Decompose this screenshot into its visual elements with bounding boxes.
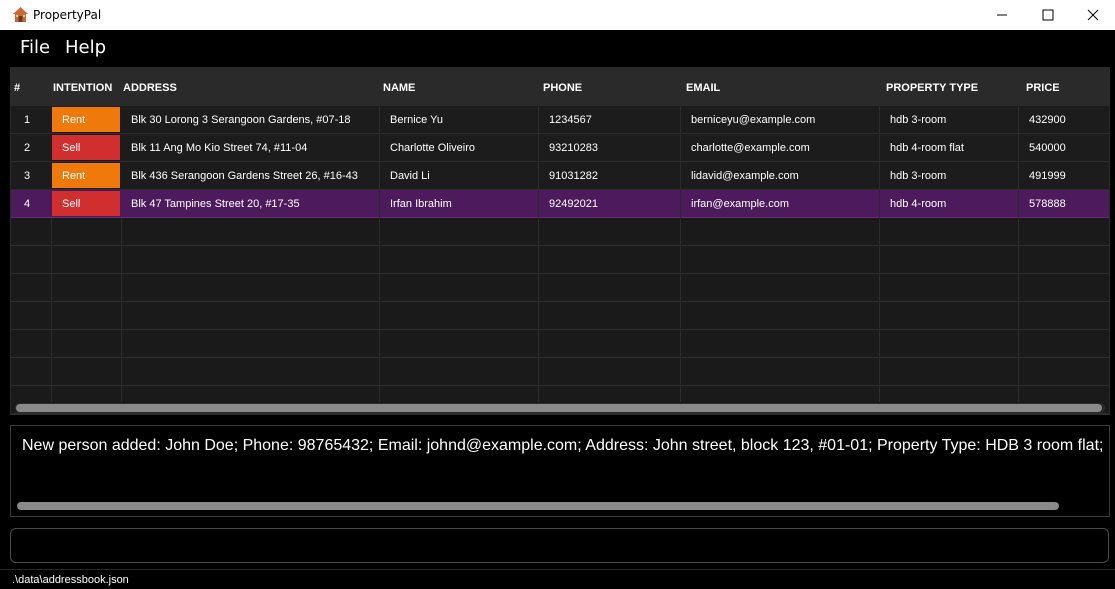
cell-phone: 91031282 xyxy=(549,170,598,182)
cell-address: Blk 11 Ang Mo Kio Street 74, #11-04 xyxy=(131,142,308,154)
column-divider xyxy=(538,106,539,402)
title-bar: PropertyPal xyxy=(0,0,1115,30)
maximize-icon xyxy=(1042,9,1054,21)
cell-property-type: hdb 4-room xyxy=(890,198,947,210)
result-scrollbar[interactable] xyxy=(17,502,1059,510)
empty-row xyxy=(11,358,1109,386)
result-display: New person added: John Doe; Phone: 98765… xyxy=(10,425,1110,517)
cell-price: 491999 xyxy=(1029,170,1066,182)
cell-price: 578888 xyxy=(1029,198,1066,210)
status-file-path: .\data\addressbook.json xyxy=(12,574,129,586)
empty-row xyxy=(11,330,1109,358)
table-row[interactable]: 3 Rent Blk 436 Serangoon Gardens Street … xyxy=(11,162,1109,190)
empty-row xyxy=(11,302,1109,330)
header-property-type[interactable]: PROPERTY TYPE xyxy=(886,82,978,94)
minimize-button[interactable] xyxy=(979,0,1025,30)
table-row[interactable]: 2 Sell Blk 11 Ang Mo Kio Street 74, #11-… xyxy=(11,134,1109,162)
table-row[interactable]: 1 Rent Blk 30 Lorong 3 Serangoon Gardens… xyxy=(11,106,1109,134)
intention-badge: Rent xyxy=(52,107,120,132)
cell-email: charlotte@example.com xyxy=(691,142,810,154)
intention-badge: Rent xyxy=(52,163,120,188)
window-title: PropertyPal xyxy=(33,8,102,22)
column-divider xyxy=(379,106,380,402)
empty-row xyxy=(11,274,1109,302)
cell-property-type: hdb 3-room xyxy=(890,114,947,126)
column-divider xyxy=(1018,106,1019,402)
empty-row xyxy=(11,246,1109,274)
cell-property-type: hdb 4-room flat xyxy=(890,142,964,154)
table-horizontal-scrollbar[interactable] xyxy=(15,403,1105,413)
cell-phone: 1234567 xyxy=(549,114,592,126)
table-scrollbar-thumb[interactable] xyxy=(16,404,1102,412)
table-row-selected[interactable]: 4 Sell Blk 47 Tampines Street 20, #17-35… xyxy=(11,190,1109,218)
cell-name: Bernice Yu xyxy=(390,114,444,126)
cell-index: 2 xyxy=(24,142,31,154)
column-divider xyxy=(121,218,122,402)
column-divider xyxy=(51,218,52,402)
cell-name: Irfan Ibrahim xyxy=(390,198,452,210)
cell-price: 540000 xyxy=(1029,142,1066,154)
column-divider xyxy=(680,106,681,402)
close-icon xyxy=(1087,9,1099,21)
maximize-button[interactable] xyxy=(1025,0,1071,30)
header-email[interactable]: EMAIL xyxy=(686,82,720,94)
cell-index: 4 xyxy=(24,198,31,210)
header-price[interactable]: PRICE xyxy=(1026,82,1060,94)
status-bar: .\data\addressbook.json xyxy=(0,569,1115,589)
cell-index: 3 xyxy=(24,170,31,182)
result-message: New person added: John Doe; Phone: 98765… xyxy=(22,437,1110,454)
minimize-icon xyxy=(997,14,1007,16)
header-address[interactable]: ADDRESS xyxy=(123,82,177,94)
cell-name: Charlotte Oliveiro xyxy=(390,142,475,154)
header-index[interactable]: # xyxy=(14,82,20,94)
person-table: # INTENTION ADDRESS NAME PHONE EMAIL PRO… xyxy=(10,67,1110,415)
cell-address: Blk 30 Lorong 3 Serangoon Gardens, #07-1… xyxy=(131,114,351,126)
intention-badge: Sell xyxy=(52,191,120,216)
cell-price: 432900 xyxy=(1029,114,1066,126)
cell-email: irfan@example.com xyxy=(691,198,789,210)
header-name[interactable]: NAME xyxy=(383,82,415,94)
cell-property-type: hdb 3-room xyxy=(890,170,947,182)
header-intention[interactable]: INTENTION xyxy=(53,82,112,94)
command-input[interactable] xyxy=(10,528,1109,563)
table-header: # INTENTION ADDRESS NAME PHONE EMAIL PRO… xyxy=(11,68,1109,106)
empty-row xyxy=(11,218,1109,246)
header-phone[interactable]: PHONE xyxy=(543,82,582,94)
menu-bar: File Help xyxy=(0,30,1115,64)
cell-email: lidavid@example.com xyxy=(691,170,799,182)
house-icon xyxy=(13,7,28,22)
menu-file[interactable]: File xyxy=(20,37,50,58)
menu-help[interactable]: Help xyxy=(65,37,106,58)
cell-email: berniceyu@example.com xyxy=(691,114,816,126)
column-divider xyxy=(879,106,880,402)
cell-address: Blk 436 Serangoon Gardens Street 26, #16… xyxy=(131,170,358,182)
cell-phone: 93210283 xyxy=(549,142,598,154)
close-button[interactable] xyxy=(1070,0,1115,30)
cell-phone: 92492021 xyxy=(549,198,598,210)
cell-address: Blk 47 Tampines Street 20, #17-35 xyxy=(131,198,300,210)
intention-badge: Sell xyxy=(52,135,120,160)
cell-name: David Li xyxy=(390,170,430,182)
cell-index: 1 xyxy=(24,114,31,126)
